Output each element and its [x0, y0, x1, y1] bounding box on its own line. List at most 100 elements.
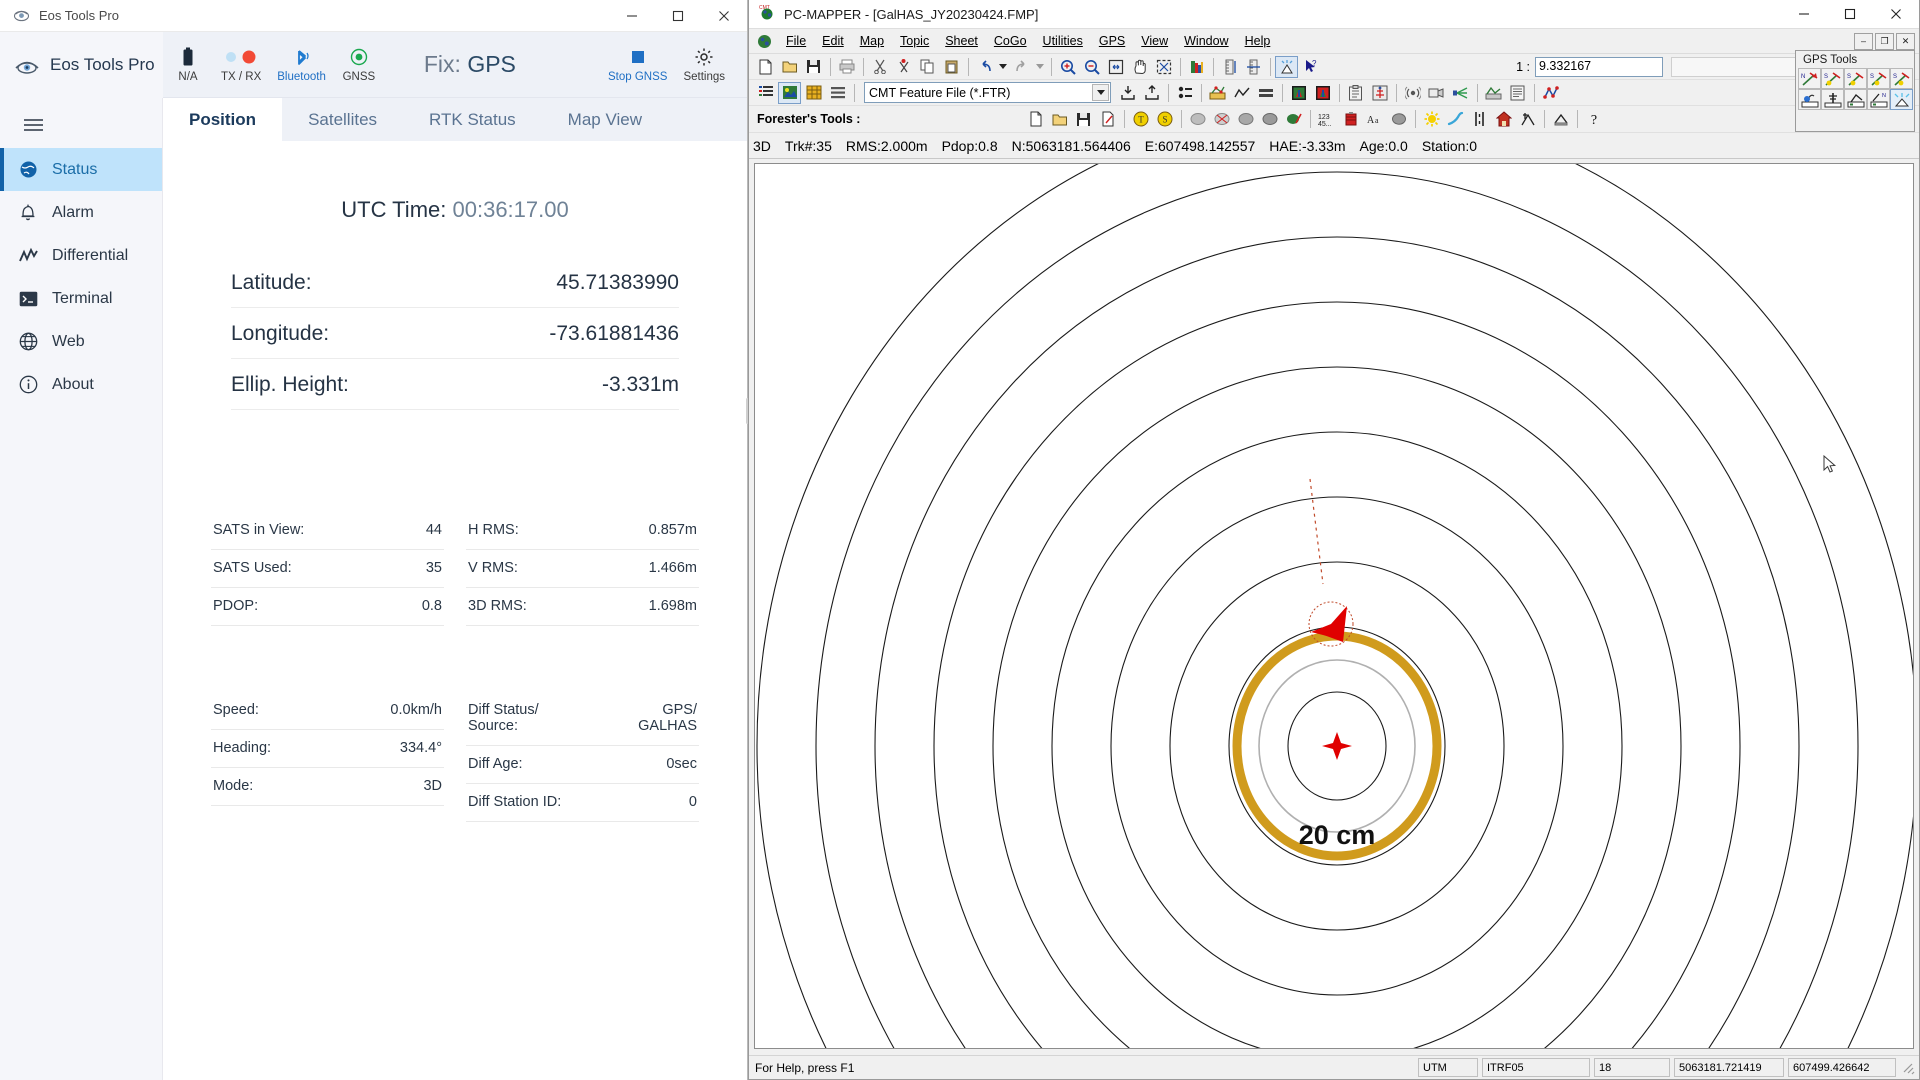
image-view-icon[interactable] [778, 81, 801, 104]
scale-input[interactable]: 9.332167 [1535, 56, 1663, 77]
menu-sheet[interactable]: Sheet [937, 32, 986, 50]
eos-maximize-button[interactable] [655, 0, 701, 32]
roof-icon[interactable] [1549, 108, 1572, 130]
export-icon[interactable] [1140, 82, 1163, 104]
measure-vertical-icon[interactable] [1218, 56, 1241, 78]
mdi-close-button[interactable]: ✕ [1896, 32, 1915, 50]
camera-icon[interactable] [1425, 82, 1448, 104]
pcm-close-button[interactable] [1873, 0, 1919, 29]
gps-tools-palette[interactable]: GPS Tools N S S S S N [1795, 50, 1915, 132]
pcm-minimize-button[interactable] [1781, 0, 1827, 29]
import-icon[interactable] [1116, 82, 1139, 104]
gps-satellite-icon[interactable] [1275, 55, 1298, 78]
chevron-down-icon[interactable] [1092, 84, 1109, 101]
hamburger-menu-icon[interactable] [0, 106, 162, 148]
tab-map-view[interactable]: Map View [542, 98, 668, 141]
bluetooth-status[interactable]: Bluetooth [269, 32, 334, 98]
tab-rtk-status[interactable]: RTK Status [403, 98, 542, 141]
settings-button[interactable]: Settings [675, 32, 733, 98]
menu-cogo[interactable]: CoGo [986, 32, 1035, 50]
laser-icon[interactable] [1449, 82, 1472, 104]
cut-red-icon[interactable] [892, 56, 915, 78]
print-icon[interactable] [835, 56, 858, 78]
measure-horizontal-icon[interactable] [1242, 56, 1265, 78]
mdi-minimize-button[interactable]: – [1854, 32, 1873, 50]
shrub-icon[interactable] [1387, 108, 1410, 130]
tree-paint-icon[interactable] [1282, 108, 1305, 130]
sidebar-item-about[interactable]: About [0, 363, 162, 406]
pcm-maximize-button[interactable] [1827, 0, 1873, 29]
branch-icon[interactable] [1444, 108, 1467, 130]
gps-setup-icon[interactable] [1798, 89, 1821, 110]
tree3-icon[interactable] [1234, 108, 1257, 130]
gps-pause-icon[interactable]: S [1890, 68, 1913, 89]
font-icon[interactable]: Aa [1363, 108, 1386, 130]
undo-icon[interactable] [973, 56, 996, 78]
menu-file[interactable]: File [778, 32, 814, 50]
zoom-in-icon[interactable] [1056, 56, 1079, 78]
polyline-icon[interactable] [1230, 82, 1253, 104]
gps-rover-icon[interactable] [1821, 89, 1844, 110]
gps-offset-icon[interactable] [1844, 89, 1867, 110]
gps-log-area-icon[interactable]: S [1867, 68, 1890, 89]
undo-dropdown-icon[interactable] [997, 56, 1009, 78]
terrain-icon[interactable] [1482, 82, 1505, 104]
cut-icon[interactable] [868, 56, 891, 78]
sun-icon[interactable] [1420, 108, 1443, 130]
eos-close-button[interactable] [701, 0, 747, 32]
zoom-extents-icon[interactable] [1104, 56, 1127, 78]
menu-topic[interactable]: Topic [892, 32, 937, 50]
help-pointer-icon[interactable]: ? [1299, 56, 1322, 78]
edit-plot-icon[interactable] [1096, 108, 1119, 130]
map-canvas[interactable]: 20 cm [754, 163, 1914, 1049]
redo-dropdown-icon[interactable] [1034, 56, 1046, 78]
sidebar-item-alarm[interactable]: Alarm [0, 191, 162, 234]
species-s-icon[interactable]: S [1153, 108, 1176, 130]
track-icon[interactable] [1539, 82, 1562, 104]
mdi-restore-button[interactable]: ❐ [1875, 32, 1894, 50]
eos-minimize-button[interactable] [609, 0, 655, 32]
image-right-icon[interactable] [1311, 82, 1334, 104]
report-icon[interactable] [1506, 82, 1529, 104]
timber-t-icon[interactable]: T [1129, 108, 1152, 130]
list-view-icon[interactable] [754, 82, 777, 104]
numbers-icon[interactable]: 123 45... [1315, 108, 1338, 130]
stake-icon[interactable] [1368, 82, 1391, 104]
save-disk-icon[interactable] [802, 56, 825, 78]
lines-view-icon[interactable] [826, 82, 849, 104]
gps-north-point-icon[interactable]: N [1798, 68, 1821, 89]
open-plot-icon[interactable] [1048, 108, 1071, 130]
tree4-icon[interactable] [1258, 108, 1281, 130]
tab-satellites[interactable]: Satellites [282, 98, 403, 141]
open-folder-icon[interactable] [778, 56, 801, 78]
paste-icon[interactable] [940, 56, 963, 78]
clipboard-icon[interactable] [1344, 82, 1367, 104]
sidebar-item-terminal[interactable]: Terminal [0, 277, 162, 320]
zoom-window-icon[interactable] [1152, 56, 1175, 78]
gps-store-point-icon[interactable]: S [1821, 68, 1844, 89]
layers-icon[interactable] [1185, 56, 1208, 78]
redo-icon[interactable] [1010, 56, 1033, 78]
new-file-icon[interactable] [754, 56, 777, 78]
menu-window[interactable]: Window [1176, 32, 1236, 50]
help-question-icon[interactable]: ? [1582, 108, 1605, 130]
menu-gps[interactable]: GPS [1091, 32, 1133, 50]
gps-log-line-icon[interactable]: S [1844, 68, 1867, 89]
copy-icon[interactable] [916, 56, 939, 78]
antenna-icon[interactable] [1401, 82, 1424, 104]
zoom-out-icon[interactable] [1080, 56, 1103, 78]
menu-edit[interactable]: Edit [814, 32, 852, 50]
gps-satellite-sky-icon[interactable] [1890, 89, 1913, 110]
save-plot-icon[interactable] [1072, 108, 1095, 130]
menu-help[interactable]: Help [1237, 32, 1279, 50]
new-plot-icon[interactable] [1024, 108, 1047, 130]
sidebar-item-web[interactable]: Web [0, 320, 162, 363]
resize-grip-icon[interactable] [1900, 1060, 1916, 1076]
tree1-icon[interactable] [1186, 108, 1209, 130]
menu-view[interactable]: View [1133, 32, 1176, 50]
sidebar-item-differential[interactable]: Differential [0, 234, 162, 277]
stop-gnss-button[interactable]: Stop GNSS [600, 32, 675, 98]
feature-file-select[interactable]: CMT Feature File (*.FTR) [864, 82, 1111, 103]
tab-position[interactable]: Position [163, 98, 283, 141]
attributes-icon[interactable] [1173, 82, 1196, 104]
